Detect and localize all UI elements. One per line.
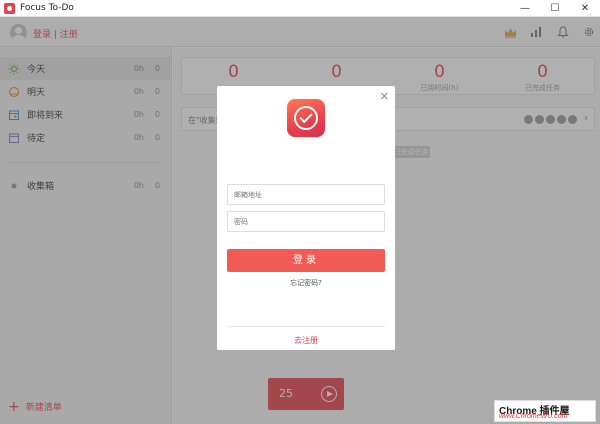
title-bar: Focus To-Do — ☐ ✕	[0, 0, 600, 17]
email-field[interactable]	[227, 184, 385, 205]
window-title: Focus To-Do	[20, 3, 74, 13]
login-button[interactable]: 登录	[227, 249, 385, 272]
minimize-button[interactable]: —	[510, 0, 540, 17]
dialog-divider	[227, 326, 385, 327]
watermark: Chrome 插件屋 www.ChromeWU.com	[494, 400, 596, 422]
app-logo-icon	[287, 99, 325, 137]
password-field[interactable]	[227, 211, 385, 232]
forgot-password-link[interactable]: 忘记密码?	[217, 278, 395, 288]
close-icon[interactable]: ✕	[380, 90, 389, 103]
close-window-button[interactable]: ✕	[570, 0, 600, 17]
login-dialog: ✕ 登录 忘记密码? 去注册	[217, 86, 395, 350]
maximize-button[interactable]: ☐	[540, 0, 570, 17]
window-controls: — ☐ ✕	[510, 0, 600, 17]
app-logo-icon	[4, 2, 15, 14]
register-link[interactable]: 去注册	[217, 335, 395, 346]
watermark-url: www.ChromeWU.com	[499, 413, 568, 420]
